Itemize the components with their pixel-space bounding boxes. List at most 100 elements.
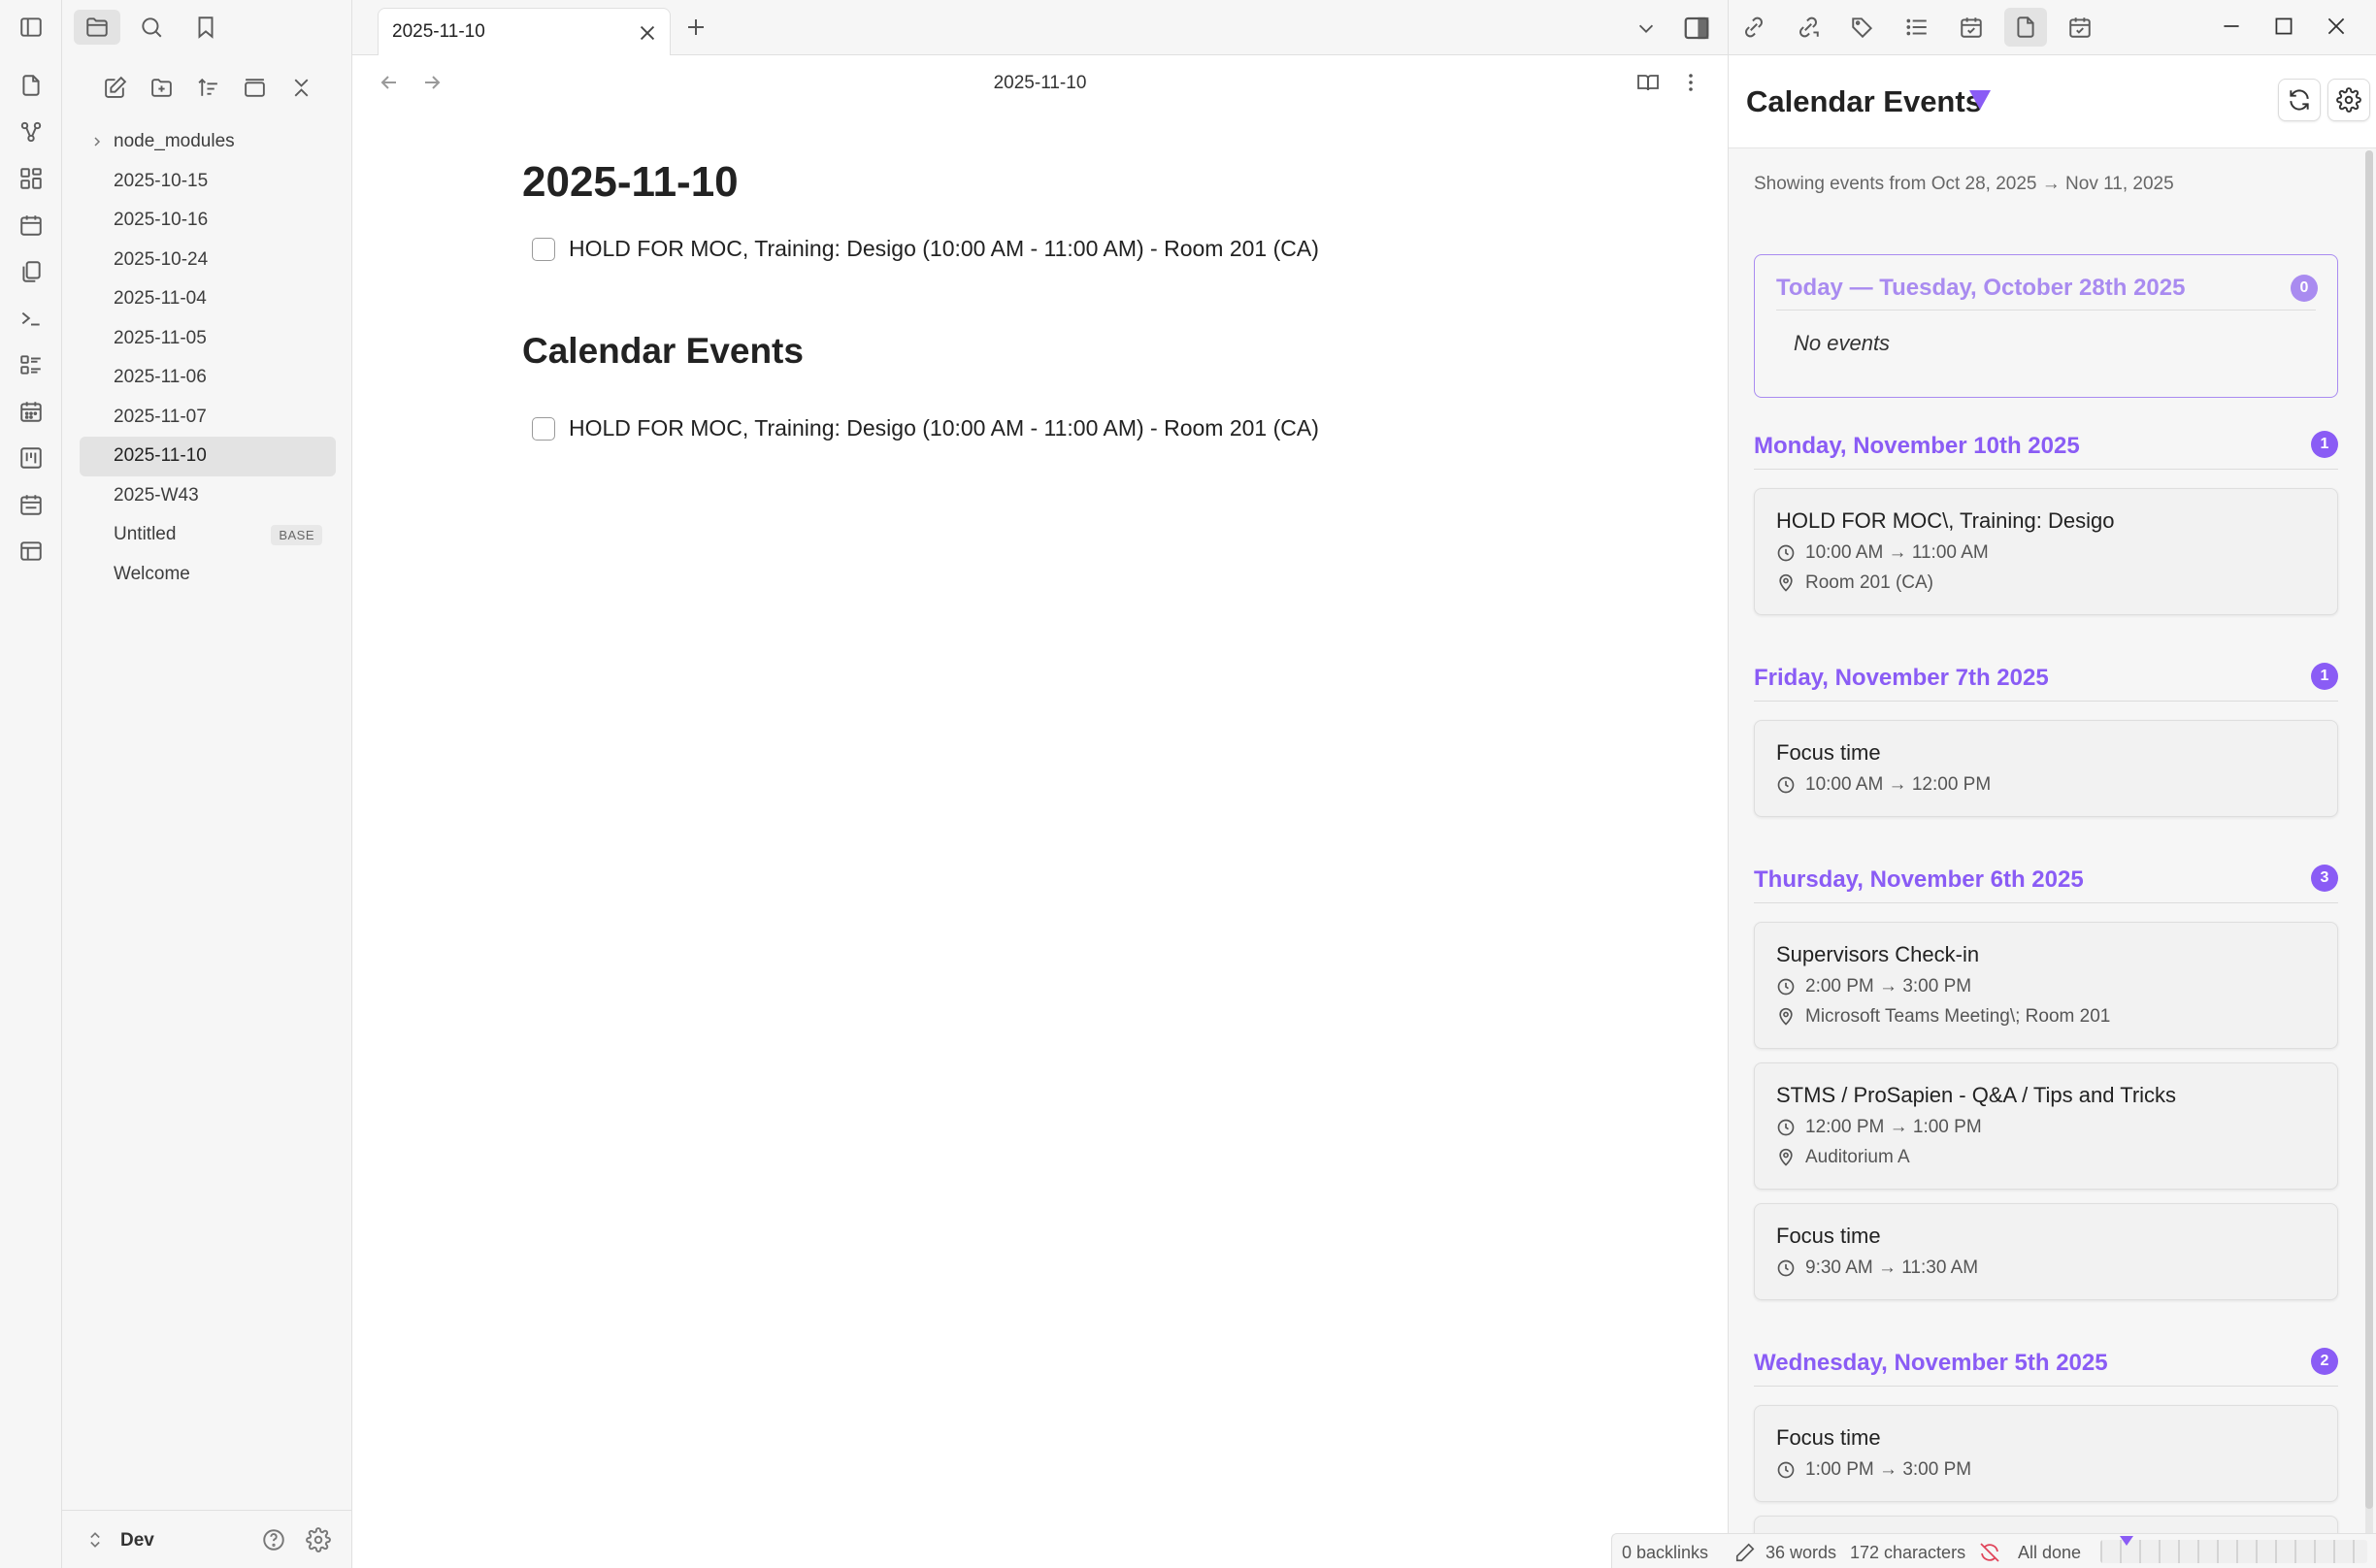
settings-gear-icon[interactable] [306, 1527, 331, 1552]
event-card[interactable]: Supervisors Check-in 2:00 PM → 3:00 PM M… [1754, 922, 2338, 1049]
file-label: 2025-10-16 [114, 210, 209, 231]
timeline-ruler[interactable] [2100, 1540, 2367, 1563]
backlinks-count[interactable]: 0 backlinks [1622, 1543, 1708, 1563]
view-title[interactable]: 2025-11-10 [352, 73, 1728, 94]
file-item[interactable]: 2025-10-16 [80, 201, 336, 241]
refresh-icon [2290, 89, 2309, 111]
file-item[interactable]: 2025-W43 [80, 476, 336, 516]
event-location: Room 201 (CA) [1805, 572, 1933, 593]
file-sync-icon[interactable] [12, 66, 50, 105]
chevron-down-icon[interactable] [1635, 17, 1657, 39]
outgoing-links-icon[interactable] [1787, 8, 1830, 47]
sort-icon[interactable] [188, 70, 227, 105]
note-title: 2025-11-10 [522, 158, 739, 206]
file-label: 2025-11-05 [114, 327, 207, 348]
file-item[interactable]: Welcome [80, 555, 336, 595]
maximize-icon[interactable] [2271, 14, 2296, 39]
clock-icon [1777, 978, 1795, 996]
vault-switcher[interactable]: Dev [62, 1510, 352, 1568]
graph-icon[interactable] [12, 113, 50, 151]
file-item[interactable]: 2025-10-15 [80, 162, 336, 202]
outline-icon[interactable] [1896, 8, 1938, 47]
reading-view-book-icon[interactable] [1636, 71, 1660, 94]
event-card[interactable]: Focus time 1:00 PM → 3:00 PM [1754, 1405, 2338, 1502]
file-item[interactable]: 2025-11-07 [80, 398, 336, 438]
new-folder-icon[interactable] [142, 70, 181, 105]
file-item[interactable]: Untitled BASE [80, 515, 336, 555]
event-time-row: 9:30 AM → 11:30 AM [1776, 1258, 1978, 1279]
task-item: HOLD FOR MOC, Training: Desigo (10:00 AM… [532, 236, 1319, 262]
file-item-active[interactable]: 2025-11-10 [80, 437, 336, 476]
kanban-icon[interactable] [12, 439, 50, 477]
calendar-icon[interactable] [12, 392, 50, 431]
event-time: 10:00 AM → 11:00 AM [1805, 542, 1989, 563]
event-card[interactable]: Focus time 9:30 AM → 11:30 AM [1754, 1203, 2338, 1300]
task-checkbox[interactable] [532, 237, 555, 261]
event-card[interactable]: HOLD FOR MOC\, Training: Desigo 10:00 AM… [1754, 488, 2338, 615]
tab-active[interactable]: 2025-11-10 [378, 8, 671, 56]
event-time: 2:00 PM → 3:00 PM [1805, 976, 1972, 996]
folder-node-modules[interactable]: node_modules [80, 122, 336, 162]
refresh-button[interactable] [2278, 79, 2321, 121]
files-tab-folder-icon[interactable] [74, 10, 120, 45]
sidebar-toggle-icon[interactable] [12, 8, 50, 47]
calendar-check-icon[interactable] [1950, 8, 1993, 47]
panel-title: Calendar Events [1746, 84, 1982, 118]
auto-reveal-icon[interactable] [235, 70, 274, 105]
calendar-events-panel: Calendar Events Showing events from Oct … [1728, 55, 2376, 1568]
window-close-icon[interactable] [2324, 14, 2349, 39]
terminal-icon[interactable] [12, 299, 50, 338]
more-options-icon[interactable] [1679, 71, 1702, 94]
tags-icon[interactable] [1841, 8, 1884, 47]
collapse-all-icon[interactable] [281, 70, 320, 105]
canvas-icon[interactable] [12, 159, 50, 198]
file-item[interactable]: 2025-11-05 [80, 319, 336, 359]
event-count-badge: 1 [2311, 431, 2338, 458]
bookmark-icon[interactable] [182, 10, 229, 45]
file-item[interactable]: 2025-11-06 [80, 358, 336, 398]
day-header: Monday, November 10th 2025 1 [1754, 427, 2338, 470]
file-item[interactable]: 2025-11-04 [80, 279, 336, 319]
sync-status: All done [2018, 1543, 2082, 1562]
file-label: 2025-11-04 [114, 288, 207, 310]
file-label: 2025-10-15 [114, 170, 209, 191]
triangle-down-icon[interactable] [1967, 88, 1993, 112]
new-note-icon[interactable] [95, 70, 134, 105]
calendar-events-view-icon[interactable] [2059, 8, 2101, 47]
clock-icon [1777, 776, 1795, 794]
sync-off-icon[interactable] [1978, 1541, 2001, 1564]
panel-settings-button[interactable] [2327, 79, 2370, 121]
scrollbar-track[interactable] [2365, 150, 2373, 1568]
file-list: node_modules 2025-10-15 2025-10-16 2025-… [80, 122, 336, 594]
new-tab-plus-icon[interactable] [684, 16, 708, 39]
event-card[interactable]: Focus time 10:00 AM → 12:00 PM [1754, 720, 2338, 817]
map-pin-icon [1779, 1007, 1793, 1026]
outline-list-icon[interactable] [12, 345, 50, 384]
pencil-icon[interactable] [1734, 1542, 1756, 1563]
event-time: 12:00 PM → 1:00 PM [1805, 1117, 1982, 1137]
word-count: 36 words [1766, 1543, 1837, 1562]
backlinks-icon[interactable] [1732, 8, 1775, 47]
daily-note-icon[interactable] [12, 206, 50, 245]
templates-icon[interactable] [12, 252, 50, 291]
table-icon[interactable] [12, 532, 50, 571]
day-label: Friday, November 7th 2025 [1754, 665, 2049, 691]
right-sidebar-toggle-icon[interactable] [1682, 14, 1711, 43]
file-properties-icon[interactable] [2004, 8, 2047, 47]
file-explorer: node_modules 2025-10-15 2025-10-16 2025-… [62, 0, 352, 1568]
no-events-text: No events [1794, 331, 1891, 355]
event-card[interactable]: STMS / ProSapien - Q&A / Tips and Tricks… [1754, 1062, 2338, 1190]
calendar-events-icon[interactable] [12, 485, 50, 524]
map-pin-icon [1779, 573, 1793, 592]
help-icon[interactable] [261, 1527, 286, 1552]
search-icon[interactable] [128, 10, 175, 45]
file-item[interactable]: 2025-10-24 [80, 241, 336, 280]
event-location-row: Room 201 (CA) [1776, 572, 1933, 594]
close-icon[interactable] [637, 22, 658, 44]
day-label: Monday, November 10th 2025 [1754, 433, 2080, 459]
task-checkbox[interactable] [532, 416, 555, 441]
file-label: node_modules [114, 131, 235, 152]
minimize-icon[interactable] [2219, 14, 2244, 39]
panel-header: Calendar Events [1729, 55, 2376, 148]
scrollbar-thumb[interactable] [2365, 150, 2373, 1509]
